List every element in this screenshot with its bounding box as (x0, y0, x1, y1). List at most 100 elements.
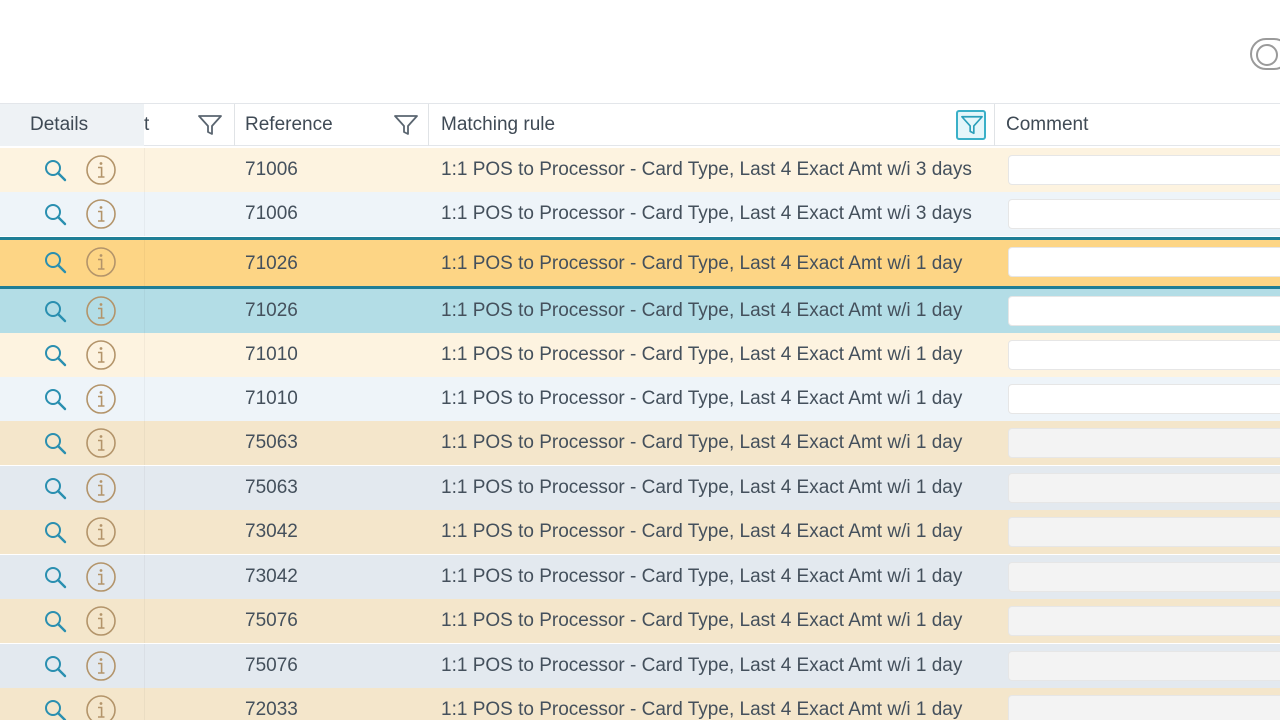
details-cell (0, 240, 144, 287)
comment-field[interactable] (1008, 428, 1280, 458)
reference-cell: 75076 (245, 610, 298, 631)
info-icon[interactable] (85, 295, 117, 327)
comment-field[interactable] (1008, 517, 1280, 547)
info-icon[interactable] (85, 472, 117, 504)
column-header-reference[interactable]: Reference (245, 104, 333, 146)
column-divider[interactable] (994, 104, 995, 146)
info-icon[interactable] (85, 198, 117, 230)
search-icon[interactable] (42, 431, 68, 455)
column-header-partial-label: t (144, 114, 150, 135)
info-icon[interactable] (85, 694, 117, 720)
reference-cell: 71010 (245, 388, 298, 409)
table-row[interactable]: 71026 1:1 POS to Processor - Card Type, … (0, 237, 1280, 287)
table-row[interactable]: 73042 1:1 POS to Processor - Card Type, … (0, 510, 1280, 554)
matching-rule-cell: 1:1 POS to Processor - Card Type, Last 4… (441, 432, 963, 453)
column-shade (144, 688, 145, 720)
reference-cell: 75063 (245, 432, 298, 453)
column-shade (144, 644, 145, 688)
column-shade (144, 510, 145, 554)
column-shade (144, 555, 145, 599)
info-icon[interactable] (85, 561, 117, 593)
comment-field[interactable] (1008, 199, 1280, 229)
table-row[interactable]: 73042 1:1 POS to Processor - Card Type, … (0, 555, 1280, 599)
search-icon[interactable] (42, 520, 68, 544)
details-cell (0, 421, 144, 465)
matching-rule-cell: 1:1 POS to Processor - Card Type, Last 4… (441, 344, 963, 365)
table-row[interactable]: 71026 1:1 POS to Processor - Card Type, … (0, 286, 1280, 333)
column-divider[interactable] (428, 104, 429, 146)
info-icon[interactable] (85, 427, 117, 459)
matching-grid: Details t Reference Matching rule Commen… (0, 103, 1280, 720)
details-cell (0, 555, 144, 599)
comment-field[interactable] (1008, 340, 1280, 370)
table-row[interactable]: 75063 1:1 POS to Processor - Card Type, … (0, 421, 1280, 465)
search-icon[interactable] (42, 158, 68, 182)
column-shade (144, 421, 145, 465)
search-icon[interactable] (42, 476, 68, 500)
comment-field[interactable] (1008, 473, 1280, 503)
comment-field[interactable] (1008, 384, 1280, 414)
search-icon[interactable] (42, 654, 68, 678)
column-header-details[interactable]: Details (0, 104, 144, 146)
toggle-switch[interactable] (1250, 38, 1280, 70)
filter-icon-matching-rule-active[interactable] (956, 110, 986, 140)
matching-rule-cell: 1:1 POS to Processor - Card Type, Last 4… (441, 521, 963, 542)
search-icon[interactable] (42, 299, 68, 323)
column-shade (144, 289, 145, 333)
reference-cell: 72033 (245, 699, 298, 720)
table-row[interactable]: 75076 1:1 POS to Processor - Card Type, … (0, 599, 1280, 643)
info-icon[interactable] (85, 246, 117, 278)
comment-field[interactable] (1008, 651, 1280, 681)
search-icon[interactable] (42, 698, 68, 720)
reference-cell: 71026 (245, 300, 298, 321)
table-row[interactable]: 75063 1:1 POS to Processor - Card Type, … (0, 466, 1280, 510)
toggle-knob (1256, 44, 1278, 66)
info-icon[interactable] (85, 339, 117, 371)
column-header-matching-rule[interactable]: Matching rule (441, 104, 555, 146)
table-row[interactable]: 72033 1:1 POS to Processor - Card Type, … (0, 688, 1280, 720)
comment-field[interactable] (1008, 155, 1280, 185)
grid-header: Details t Reference Matching rule Commen… (0, 103, 1280, 146)
details-cell (0, 377, 144, 421)
details-cell (0, 192, 144, 236)
table-row[interactable]: 71006 1:1 POS to Processor - Card Type, … (0, 148, 1280, 192)
search-icon[interactable] (42, 565, 68, 589)
column-divider[interactable] (234, 104, 235, 146)
matching-rule-cell: 1:1 POS to Processor - Card Type, Last 4… (441, 699, 963, 720)
column-header-comment[interactable]: Comment (1006, 104, 1088, 146)
matching-rule-cell: 1:1 POS to Processor - Card Type, Last 4… (441, 300, 963, 321)
column-shade (144, 466, 145, 510)
search-icon[interactable] (42, 343, 68, 367)
comment-field[interactable] (1008, 296, 1280, 326)
table-row[interactable]: 71010 1:1 POS to Processor - Card Type, … (0, 377, 1280, 421)
comment-field[interactable] (1008, 247, 1280, 277)
search-icon[interactable] (42, 387, 68, 411)
matching-rule-cell: 1:1 POS to Processor - Card Type, Last 4… (441, 655, 963, 676)
info-icon[interactable] (85, 650, 117, 682)
info-icon[interactable] (85, 154, 117, 186)
comment-field[interactable] (1008, 606, 1280, 636)
details-cell (0, 289, 144, 333)
reference-cell: 71006 (245, 203, 298, 224)
details-cell (0, 688, 144, 720)
info-icon[interactable] (85, 383, 117, 415)
search-icon[interactable] (42, 202, 68, 226)
comment-field[interactable] (1008, 695, 1280, 720)
matching-rule-cell: 1:1 POS to Processor - Card Type, Last 4… (441, 610, 963, 631)
reference-cell: 71010 (245, 344, 298, 365)
matching-rule-cell: 1:1 POS to Processor - Card Type, Last 4… (441, 203, 972, 224)
table-row[interactable]: 75076 1:1 POS to Processor - Card Type, … (0, 644, 1280, 688)
info-icon[interactable] (85, 516, 117, 548)
info-icon[interactable] (85, 605, 117, 637)
reference-cell: 75063 (245, 477, 298, 498)
table-row[interactable]: 71010 1:1 POS to Processor - Card Type, … (0, 333, 1280, 377)
filter-icon-reference[interactable] (393, 113, 419, 137)
table-row[interactable]: 71006 1:1 POS to Processor - Card Type, … (0, 192, 1280, 236)
details-cell (0, 333, 144, 377)
search-icon[interactable] (42, 609, 68, 633)
comment-field[interactable] (1008, 562, 1280, 592)
reference-cell: 75076 (245, 655, 298, 676)
column-shade (144, 333, 145, 377)
filter-icon-partial-column[interactable] (197, 113, 223, 137)
search-icon[interactable] (42, 250, 68, 274)
